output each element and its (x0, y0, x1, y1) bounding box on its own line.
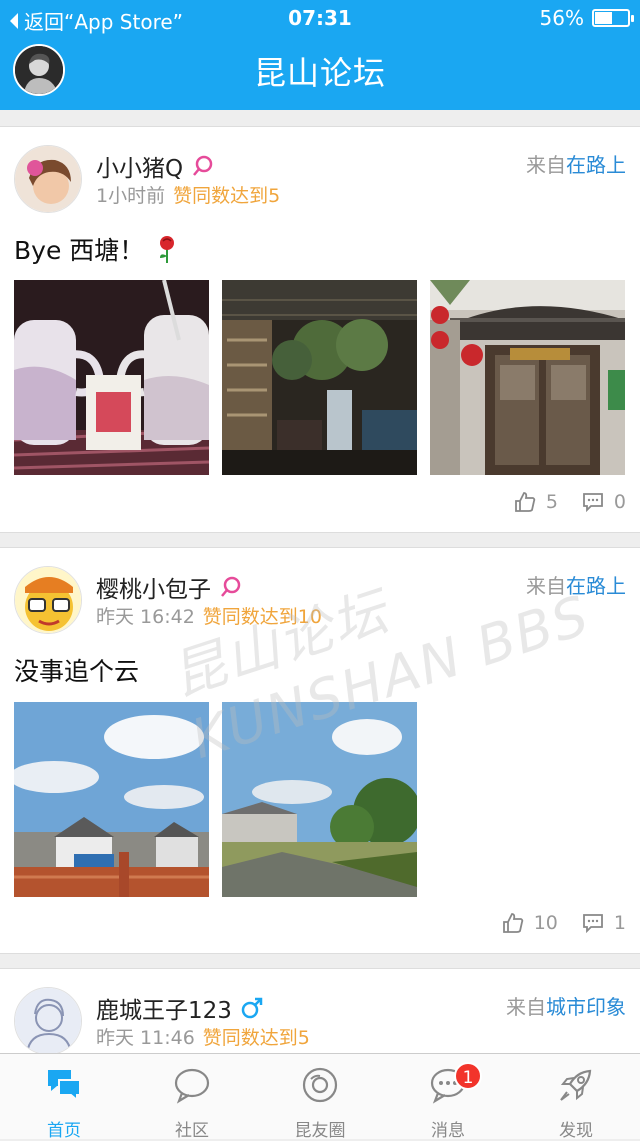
post-source: 来自在路上 (526, 570, 626, 599)
source-forum-link[interactable]: 城市印象 (546, 995, 626, 1019)
author-name-row: 樱桃小包子 (96, 570, 243, 604)
author-name-row: 小小猪Q (96, 149, 215, 183)
post-text: 没事追个云 (14, 657, 140, 686)
post-photo[interactable] (14, 702, 209, 897)
post-text: Bye 西塘！ (14, 236, 145, 265)
tab-label: 首页 (47, 1121, 81, 1141)
thumbs-up-icon[interactable] (502, 912, 524, 934)
status-bar: 返回“App Store” 07:31 56% (0, 0, 640, 36)
author-avatar[interactable] (14, 987, 82, 1053)
author-name[interactable]: 鹿城王子123 (96, 991, 232, 1025)
photo-grid (14, 702, 417, 897)
author-name[interactable]: 樱桃小包子 (96, 570, 211, 604)
author-name[interactable]: 小小猪Q (96, 149, 183, 183)
thumbs-up-icon[interactable] (514, 491, 536, 513)
tab-community[interactable]: 社区 (128, 1054, 256, 1141)
top-bar: 返回“App Store” 07:31 56% 昆山论坛 (0, 0, 640, 110)
praise-badge: 赞同数达到5 (202, 1027, 310, 1049)
comment-icon[interactable] (582, 491, 604, 513)
praise-badge: 赞同数达到5 (173, 185, 281, 207)
like-count: 5 (545, 491, 558, 513)
tab-label: 消息 (431, 1121, 465, 1141)
author-avatar[interactable] (14, 566, 82, 634)
battery-icon (592, 9, 634, 27)
chat-bubble-icon (174, 1068, 210, 1104)
comment-count: 1 (613, 912, 626, 934)
male-icon (241, 997, 263, 1019)
post-source: 来自在路上 (526, 149, 626, 178)
post-photo[interactable] (222, 702, 417, 897)
post-photo[interactable] (430, 280, 625, 475)
female-icon (193, 155, 213, 176)
post-card[interactable]: 小小猪Q 1小时前 赞同数达到5 来自在路上 Bye 西塘！ 5 0 (0, 126, 640, 533)
tab-label: 社区 (175, 1121, 209, 1141)
page-title: 昆山论坛 (253, 54, 386, 92)
source-prefix: 来自 (526, 153, 566, 177)
tab-friends-circle[interactable]: 昆友圈 (256, 1054, 384, 1141)
author-avatar[interactable] (14, 145, 82, 213)
rose-icon (160, 236, 175, 263)
post-meta: 昨天 16:42 赞同数达到10 (96, 602, 322, 629)
post-photo[interactable] (14, 280, 209, 475)
camera-lens-icon (302, 1067, 338, 1103)
bottom-tab-bar: 首页 社区 昆友圈 1 消息 发现 (0, 1053, 640, 1141)
post-stats: 5 0 (514, 491, 626, 513)
tab-label: 发现 (559, 1121, 593, 1141)
post-stats: 10 1 (502, 912, 626, 934)
female-icon (221, 576, 241, 597)
post-time: 昨天 11:46 (96, 1027, 195, 1049)
status-battery: 56% (539, 6, 634, 30)
source-prefix: 来自 (506, 995, 546, 1019)
author-name-row: 鹿城王子123 (96, 991, 264, 1025)
source-forum-link[interactable]: 在路上 (566, 153, 626, 177)
battery-percent: 56% (539, 6, 584, 30)
comment-count: 0 (613, 491, 626, 513)
home-chat-icon (48, 1070, 81, 1103)
post-meta: 昨天 11:46 赞同数达到5 (96, 1023, 310, 1050)
source-forum-link[interactable]: 在路上 (566, 574, 626, 598)
like-count: 10 (533, 912, 558, 934)
post-card[interactable]: 鹿城王子123 昨天 11:46 赞同数达到5 来自城市印象 (0, 968, 640, 1053)
post-feed: 小小猪Q 1小时前 赞同数达到5 来自在路上 Bye 西塘！ 5 0 樱桃小包子… (0, 110, 640, 1053)
post-content[interactable]: 没事追个云 (14, 652, 139, 688)
post-time: 1小时前 (96, 185, 166, 207)
unread-badge: 1 (454, 1062, 482, 1090)
post-content[interactable]: Bye 西塘！ (14, 231, 178, 267)
comment-icon[interactable] (582, 912, 604, 934)
tab-home[interactable]: 首页 (0, 1054, 128, 1141)
tab-discover[interactable]: 发现 (512, 1054, 640, 1141)
post-photo[interactable] (222, 280, 417, 475)
source-prefix: 来自 (526, 574, 566, 598)
tab-messages[interactable]: 1 消息 (384, 1054, 512, 1141)
photo-grid (14, 280, 625, 475)
tab-label: 昆友圈 (294, 1121, 346, 1141)
post-time: 昨天 16:42 (96, 606, 195, 628)
post-card[interactable]: 樱桃小包子 昨天 16:42 赞同数达到10 来自在路上 没事追个云 10 1 (0, 547, 640, 954)
praise-badge: 赞同数达到10 (202, 606, 322, 628)
post-source: 来自城市印象 (506, 991, 626, 1020)
post-meta: 1小时前 赞同数达到5 (96, 181, 280, 208)
rocket-icon (560, 1069, 592, 1101)
